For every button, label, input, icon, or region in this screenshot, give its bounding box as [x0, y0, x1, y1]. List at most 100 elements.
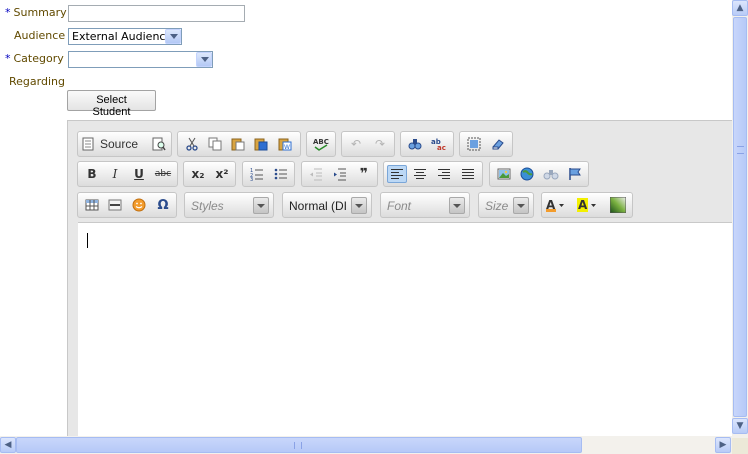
indent-button[interactable]	[330, 165, 350, 183]
copy-button[interactable]	[205, 135, 225, 153]
remove-format-button[interactable]	[488, 135, 508, 153]
toolbar-group-basic-styles: B I U abc	[77, 161, 178, 187]
source-button[interactable]: Source	[82, 135, 152, 153]
bold-button[interactable]: B	[82, 165, 102, 183]
chevron-down-icon[interactable]	[449, 197, 465, 214]
toolbar-group-find: ab ac	[400, 131, 454, 157]
toolbar-group-history: ↶ ↷	[341, 131, 395, 157]
align-center-button[interactable]	[410, 165, 430, 183]
styles-combo[interactable]: Styles	[184, 192, 274, 218]
anchor-button[interactable]	[565, 165, 585, 183]
audience-select[interactable]: External Audience	[68, 28, 182, 45]
preview-button[interactable]	[149, 135, 169, 153]
preview-icon	[152, 137, 166, 151]
find-icon	[408, 139, 422, 150]
blockquote-button[interactable]: ❞	[354, 165, 374, 183]
horizontal-rule-button[interactable]	[105, 196, 125, 214]
find-button[interactable]	[405, 135, 425, 153]
scroll-up-button[interactable]: ▲	[732, 0, 748, 16]
chevron-left-icon: ◀	[4, 440, 12, 450]
format-combo[interactable]: Normal (DI	[282, 192, 372, 218]
scroll-down-button[interactable]: ▼	[732, 418, 748, 434]
source-icon	[82, 137, 94, 151]
paste-text-button[interactable]	[251, 135, 271, 153]
cut-button[interactable]	[182, 135, 202, 153]
chevron-down-icon[interactable]	[513, 197, 529, 214]
replace-icon: abac	[431, 138, 446, 151]
globe-icon	[520, 167, 534, 181]
scroll-right-button[interactable]: ▶	[715, 437, 731, 453]
link-button[interactable]	[541, 165, 561, 183]
chevron-down-icon[interactable]	[196, 52, 212, 67]
strikethrough-button[interactable]: abc	[153, 165, 173, 183]
size-combo[interactable]: Size	[478, 192, 534, 218]
cut-icon	[186, 137, 198, 151]
toolbar-group-scripts: x₂ x²	[183, 161, 236, 187]
select-all-button[interactable]	[464, 135, 484, 153]
superscript-button[interactable]: x²	[212, 165, 232, 183]
size-combo-value: Size	[485, 199, 509, 213]
omega-icon: Ω	[157, 197, 169, 213]
undo-button[interactable]: ↶	[346, 135, 366, 153]
align-right-button[interactable]	[434, 165, 454, 183]
bulleted-list-button[interactable]	[271, 165, 291, 183]
paste-button[interactable]	[228, 135, 248, 153]
horizontal-scroll-thumb[interactable]	[16, 437, 582, 453]
replace-button[interactable]: ab ac	[429, 135, 449, 153]
redo-button[interactable]: ↷	[370, 135, 390, 153]
font-combo[interactable]: Font	[380, 192, 470, 218]
vertical-scrollbar[interactable]: ▲ ▼	[732, 0, 748, 438]
flash-button[interactable]	[517, 165, 537, 183]
scroll-left-button[interactable]: ◀	[0, 437, 16, 453]
text-color-button[interactable]: A	[545, 196, 573, 214]
font-combo-value: Font	[387, 199, 412, 213]
image-button[interactable]	[494, 165, 514, 183]
numbered-list-button[interactable]: 123	[247, 165, 267, 183]
audience-select-value: External Audience	[72, 30, 173, 43]
special-char-button[interactable]: Ω	[153, 196, 173, 214]
italic-button[interactable]: I	[105, 165, 125, 183]
toolbar-group-colors: A A	[541, 192, 633, 218]
background-color-button[interactable]: A	[576, 196, 604, 214]
chevron-down-icon[interactable]	[253, 197, 269, 214]
paste-icon	[231, 138, 245, 151]
svg-text:A: A	[578, 198, 588, 212]
editor-content-area[interactable]	[78, 222, 733, 437]
smiley-button[interactable]	[129, 196, 149, 214]
align-justify-button[interactable]	[458, 165, 478, 183]
toolbar-group-align	[383, 161, 483, 187]
chevron-down-icon[interactable]	[351, 197, 367, 214]
svg-text:W: W	[284, 144, 290, 151]
paste-word-button[interactable]: W	[275, 135, 295, 153]
toolbar-row-3: Ω Styles Normal (DI Font Size A A	[77, 192, 737, 218]
text-caret	[87, 233, 88, 248]
required-mark: *	[5, 6, 11, 19]
select-student-button[interactable]: Select Student	[67, 90, 156, 118]
chevron-down-icon: ▼	[736, 421, 744, 431]
regarding-label: Regarding	[9, 75, 65, 88]
vertical-scroll-thumb[interactable]	[733, 17, 747, 417]
horizontal-scrollbar[interactable]: ◀ ▶	[0, 436, 732, 454]
indent-icon	[334, 168, 346, 181]
chevron-up-icon: ▲	[736, 3, 744, 13]
toolbar-group-clipboard: W	[177, 131, 301, 157]
background-color-icon: A	[577, 198, 596, 212]
outdent-button[interactable]	[306, 165, 326, 183]
category-select[interactable]	[68, 51, 213, 68]
align-right-icon	[438, 169, 450, 179]
chevron-down-icon[interactable]	[165, 29, 181, 44]
toolbar-group-indent: ❞	[301, 161, 378, 187]
outdent-icon	[310, 168, 322, 181]
category-label: * Category	[5, 52, 64, 65]
summary-input[interactable]	[68, 5, 245, 22]
toolbar-group-document: Source	[77, 131, 172, 157]
gradient-button[interactable]	[608, 196, 628, 214]
text-color-icon: A	[546, 198, 564, 212]
summary-label: * Summary	[5, 6, 67, 19]
underline-button[interactable]: U	[129, 165, 149, 183]
align-left-button[interactable]	[387, 165, 407, 183]
table-button[interactable]	[82, 196, 102, 214]
binoculars-icon	[543, 170, 559, 180]
subscript-button[interactable]: x₂	[188, 165, 208, 183]
spellcheck-button[interactable]: ABC	[311, 135, 331, 153]
